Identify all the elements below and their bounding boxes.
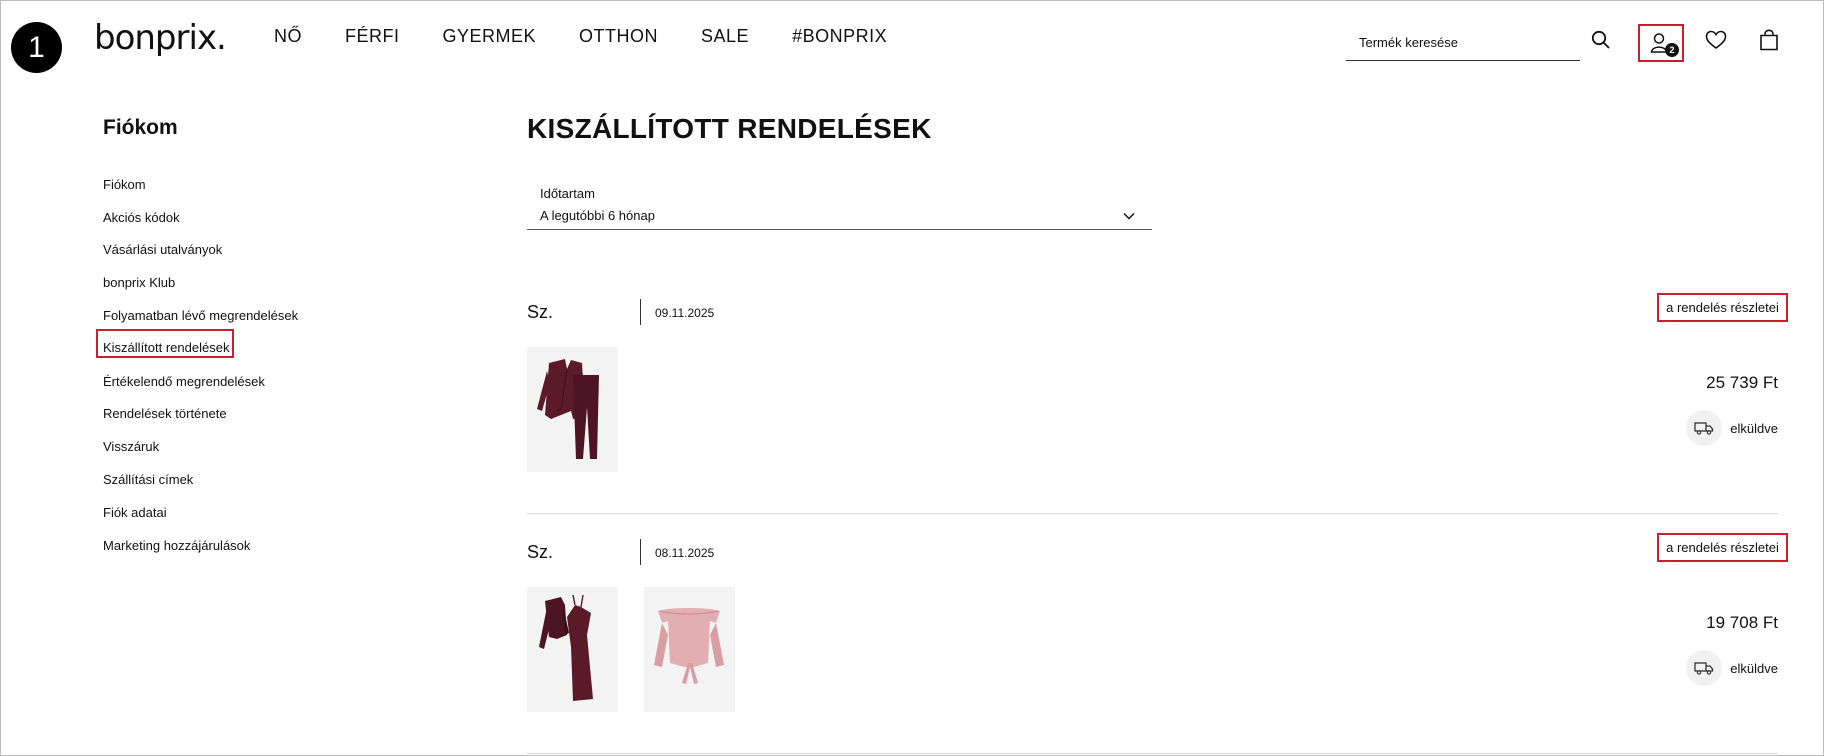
dress-image bbox=[539, 594, 593, 701]
nav-item-gyermek[interactable]: GYERMEK bbox=[443, 26, 537, 47]
product-thumbnail-sweater[interactable] bbox=[644, 587, 735, 712]
sidebar-item-fiokom[interactable]: Fiókom bbox=[103, 168, 298, 201]
sidebar-item-visszaruk[interactable]: Visszáruk bbox=[103, 430, 298, 463]
account-button[interactable]: 2 bbox=[1638, 24, 1684, 62]
sidebar-item-ertekelendo[interactable]: Értékelendő megrendelések bbox=[103, 365, 298, 398]
sweater-image bbox=[654, 608, 724, 684]
period-value: A legutóbbi 6 hónap bbox=[540, 208, 655, 223]
sidebar-item-akcios-kodok[interactable]: Akciós kódok bbox=[103, 201, 298, 234]
order-status-text: elküldve bbox=[1730, 420, 1778, 436]
order-divider bbox=[527, 513, 1778, 514]
order-status: elküldve bbox=[1686, 410, 1778, 446]
order-status-text: elküldve bbox=[1730, 660, 1778, 676]
account-badge: 2 bbox=[1665, 43, 1679, 57]
nav-item-no[interactable]: NŐ bbox=[274, 26, 302, 47]
order-separator bbox=[640, 539, 641, 565]
nav-item-ferfi[interactable]: FÉRFI bbox=[345, 26, 400, 47]
sidebar-item-fiok-adatai[interactable]: Fiók adatai bbox=[103, 496, 298, 529]
order-price: 25 739 Ft bbox=[1706, 373, 1778, 392]
order-number: Sz. bbox=[527, 302, 554, 322]
sidebar-item-folyamatban[interactable]: Folyamatban lévő megrendelések bbox=[103, 299, 298, 332]
sidebar-item-bonprix-klub[interactable]: bonprix Klub bbox=[103, 266, 298, 299]
bonprix-logo[interactable]: bonprix. bbox=[94, 18, 227, 58]
chevron-down-icon bbox=[1122, 209, 1136, 223]
bag-icon[interactable] bbox=[1756, 27, 1782, 53]
sidebar-title: Fiókom bbox=[103, 116, 178, 139]
sidebar-item-vasarlasi-utalvanyok[interactable]: Vásárlási utalványok bbox=[103, 234, 298, 267]
nav-item-otthon[interactable]: OTTHON bbox=[579, 26, 658, 47]
sidebar-item-kiszallitott[interactable]: Kiszállított rendelések bbox=[103, 332, 298, 365]
suit-image bbox=[537, 359, 599, 459]
search-box bbox=[1346, 28, 1580, 61]
nav-item-sale[interactable]: SALE bbox=[701, 26, 749, 47]
sidebar-item-szallitasi-cimek[interactable]: Szállítási címek bbox=[103, 463, 298, 496]
order-details-button[interactable]: a rendelés részletei bbox=[1657, 293, 1788, 322]
order-details-button[interactable]: a rendelés részletei bbox=[1657, 533, 1788, 562]
search-input[interactable] bbox=[1346, 28, 1546, 56]
order-divider bbox=[527, 753, 1778, 754]
nav-item-bonprix[interactable]: #BONPRIX bbox=[792, 26, 887, 47]
product-thumbnail-dress[interactable] bbox=[527, 587, 618, 712]
heart-icon[interactable] bbox=[1703, 27, 1729, 53]
order-separator bbox=[640, 299, 641, 325]
order-number: Sz. bbox=[527, 542, 554, 562]
order-date: 08.11.2025 bbox=[655, 546, 715, 560]
sidebar-item-marketing[interactable]: Marketing hozzájárulások bbox=[103, 529, 298, 562]
sidebar-item-kiszallitott-label: Kiszállított rendelések bbox=[103, 339, 230, 357]
sidebar-menu: Fiókom Akciós kódok Vásárlási utalványok… bbox=[103, 168, 298, 562]
search-icon[interactable] bbox=[1588, 27, 1614, 53]
order-date: 09.11.2025 bbox=[655, 306, 715, 320]
order-price: 19 708 Ft bbox=[1706, 613, 1778, 632]
period-label: Időtartam bbox=[540, 186, 595, 201]
period-select[interactable]: Időtartam A legutóbbi 6 hónap bbox=[527, 181, 1152, 230]
truck-icon bbox=[1686, 650, 1723, 686]
sidebar-item-rendelesek-tortenete[interactable]: Rendelések története bbox=[103, 398, 298, 431]
main-nav: NŐ FÉRFI GYERMEK OTTHON SALE #BONPRIX bbox=[274, 26, 930, 47]
product-thumbnail-suit[interactable] bbox=[527, 347, 618, 472]
order-status: elküldve bbox=[1686, 650, 1778, 686]
step-badge: 1 bbox=[11, 22, 62, 73]
truck-icon bbox=[1686, 410, 1723, 446]
page-title: KISZÁLLÍTOTT RENDELÉSEK bbox=[527, 113, 932, 144]
